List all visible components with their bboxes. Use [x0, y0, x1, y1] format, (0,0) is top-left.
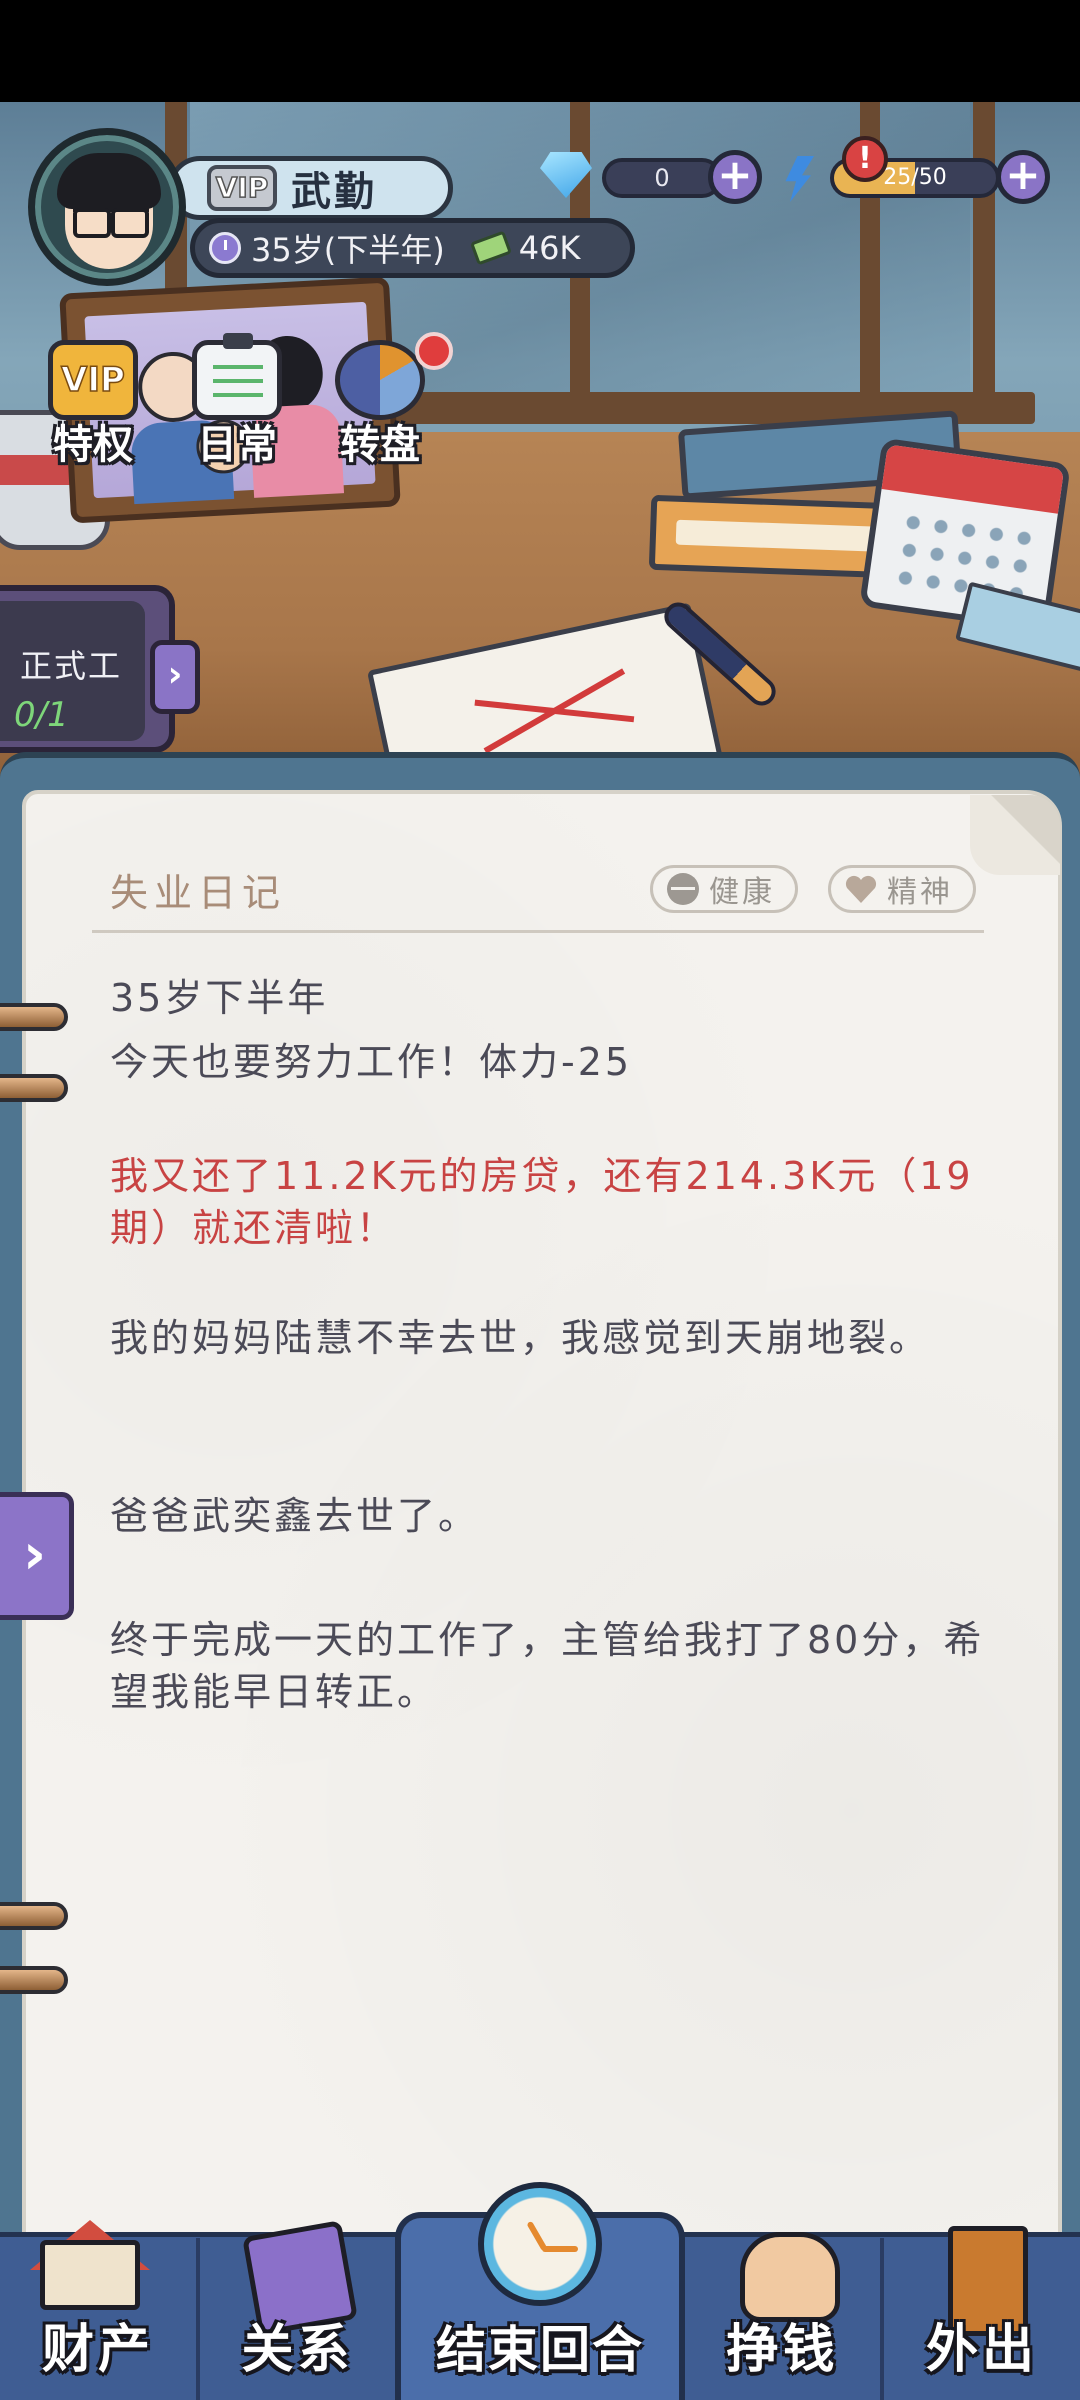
- lightning-icon: [785, 156, 814, 202]
- diary-entry: 我的妈妈陆慧不幸去世，我感觉到天崩地裂。: [110, 1316, 931, 1360]
- diary-entry: 终于完成一天的工作了，主管给我打了80分，希望我能早日转正。: [110, 1618, 985, 1714]
- vip-privilege-label: 特权: [53, 422, 133, 468]
- nav-assets-label: 财产: [41, 2320, 154, 2380]
- side-panel-button[interactable]: ›: [0, 1492, 74, 1620]
- cash-icon: [469, 230, 512, 266]
- diary-entry: 今天也要努力工作！体力-25: [110, 1040, 633, 1084]
- status-bar: [0, 0, 1080, 102]
- vip-privilege-button[interactable]: VIP 特权: [38, 340, 148, 468]
- clipboard-icon: [192, 333, 282, 420]
- title-divider: [92, 930, 984, 933]
- spirit-label: 精神: [887, 875, 953, 910]
- wheel-button[interactable]: 转盘: [325, 332, 453, 468]
- diary-entry-mortgage: 我又还了11.2K元的房贷，还有214.3K元（19期）就还清啦！: [110, 1154, 974, 1250]
- diary-entry: 35岁下半年: [110, 976, 329, 1020]
- heart-icon: [845, 875, 877, 903]
- player-name-pill[interactable]: VIP 武勤: [168, 156, 453, 220]
- wheel-icon: [335, 340, 425, 420]
- end-turn-label-wrap[interactable]: 结束回合: [395, 2232, 685, 2400]
- add-diamond-button[interactable]: +: [708, 150, 762, 204]
- wheel-label: 转盘: [340, 422, 420, 468]
- health-icon: [667, 873, 699, 905]
- binder-ring: [0, 1003, 68, 1031]
- notification-dot: [415, 332, 453, 370]
- binder-ring: [0, 1074, 68, 1102]
- cash-amount: 46K: [518, 229, 581, 267]
- task-expand-button[interactable]: ›: [150, 640, 200, 714]
- daily-button[interactable]: 日常: [182, 333, 292, 468]
- player-info-pill: 35岁(下半年) 46K: [190, 218, 635, 278]
- health-tab[interactable]: 健康: [650, 865, 798, 913]
- age-text: 35岁(下半年): [251, 231, 445, 269]
- nav-go-out[interactable]: 外出: [884, 2232, 1080, 2400]
- vip-icon: VIP: [48, 340, 138, 420]
- nav-earn-money[interactable]: 挣钱: [685, 2232, 880, 2400]
- task-title: 正式工: [20, 647, 123, 685]
- diamond-icon: [540, 152, 592, 198]
- task-card[interactable]: 正式工 0/1: [0, 585, 175, 753]
- end-turn-label: 结束回合: [436, 2321, 644, 2379]
- task-progress: 0/1: [14, 695, 69, 735]
- clock-icon: [209, 232, 241, 264]
- alert-icon[interactable]: !: [842, 136, 888, 182]
- binder-ring: [0, 1966, 68, 1994]
- diary-entry: 爸爸武奕鑫去世了。: [110, 1494, 480, 1538]
- nav-relations[interactable]: 关系: [200, 2232, 395, 2400]
- diary-title: 失业日记: [110, 871, 287, 915]
- page-curl: [970, 795, 1060, 875]
- nav-earn-money-label: 挣钱: [726, 2320, 839, 2380]
- vip-tag: VIP: [207, 165, 277, 211]
- avatar[interactable]: [28, 128, 186, 286]
- nav-relations-label: 关系: [241, 2320, 354, 2380]
- nav-assets[interactable]: 财产: [0, 2232, 196, 2400]
- diamond-count: 0: [602, 158, 722, 198]
- daily-label: 日常: [197, 422, 277, 468]
- add-energy-button[interactable]: +: [996, 150, 1050, 204]
- diamond-counter: 0 +: [540, 148, 762, 208]
- spirit-tab[interactable]: 精神: [828, 865, 976, 913]
- player-name: 武勤: [291, 169, 377, 215]
- health-label: 健康: [709, 875, 775, 910]
- energy-counter: 25/50 ! +: [780, 136, 1080, 208]
- nav-go-out-label: 外出: [925, 2320, 1038, 2380]
- binder-ring: [0, 1902, 68, 1930]
